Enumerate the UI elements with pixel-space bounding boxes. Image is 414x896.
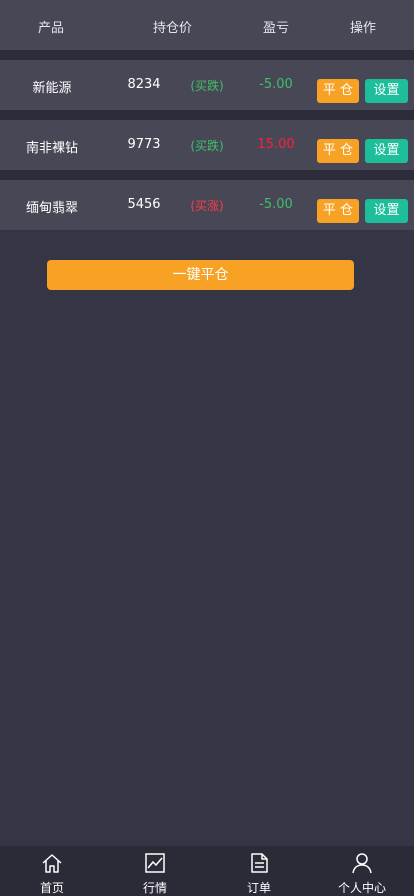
close-position-button[interactable]: 平 仓 — [317, 139, 359, 163]
settings-button[interactable]: 设置 — [365, 199, 408, 223]
divider — [0, 110, 414, 120]
table-header: 产品 持仓价 盈亏 操作 — [0, 0, 414, 50]
tab-orders[interactable]: 订单 — [207, 846, 311, 896]
close-position-button[interactable]: 平 仓 — [317, 79, 359, 103]
header-product: 产品 — [38, 21, 65, 36]
user-icon — [352, 853, 372, 874]
product-name: 缅甸翡翠 — [25, 201, 78, 216]
position-row: 新能源 8234 (买跌) -5.00 平 仓 设置 — [0, 60, 414, 110]
bottom-tab-bar: 首页 行情 订单 个人中心 — [0, 846, 414, 896]
profit-loss: -5.00 — [259, 77, 293, 92]
trade-direction: (买跌) — [190, 79, 224, 93]
tab-market[interactable]: 行情 — [103, 846, 207, 896]
document-icon — [251, 853, 268, 873]
home-icon — [42, 854, 62, 873]
close-position-button[interactable]: 平 仓 — [317, 199, 359, 223]
hold-price: 8234 — [127, 77, 161, 92]
chart-icon — [145, 853, 165, 873]
profit-loss: 15.00 — [257, 137, 295, 152]
trade-direction: (买跌) — [190, 139, 224, 153]
divider — [0, 170, 414, 180]
header-price: 持仓价 — [153, 21, 193, 36]
close-all-button[interactable]: 一键平仓 — [47, 260, 354, 290]
tab-profile-label: 个人中心 — [337, 881, 386, 895]
header-pnl: 盈亏 — [263, 21, 290, 36]
position-row: 缅甸翡翠 5456 (买涨) -5.00 平 仓 设置 — [0, 180, 414, 230]
product-name: 南非裸钻 — [25, 141, 78, 156]
settings-button[interactable]: 设置 — [365, 79, 408, 103]
tab-home[interactable]: 首页 — [0, 846, 104, 896]
trade-direction: (买涨) — [190, 199, 224, 213]
hold-price: 9773 — [127, 137, 161, 152]
tab-orders-label: 订单 — [246, 881, 271, 895]
header-action: 操作 — [350, 21, 377, 36]
divider — [0, 50, 414, 60]
settings-button[interactable]: 设置 — [365, 139, 408, 163]
position-row: 南非裸钻 9773 (买跌) 15.00 平 仓 设置 — [0, 120, 414, 170]
profit-loss: -5.00 — [259, 197, 293, 212]
tab-profile[interactable]: 个人中心 — [310, 846, 414, 896]
hold-price: 5456 — [127, 197, 161, 212]
tab-home-label: 首页 — [39, 881, 64, 895]
product-name: 新能源 — [32, 81, 72, 96]
tab-market-label: 行情 — [142, 881, 167, 895]
